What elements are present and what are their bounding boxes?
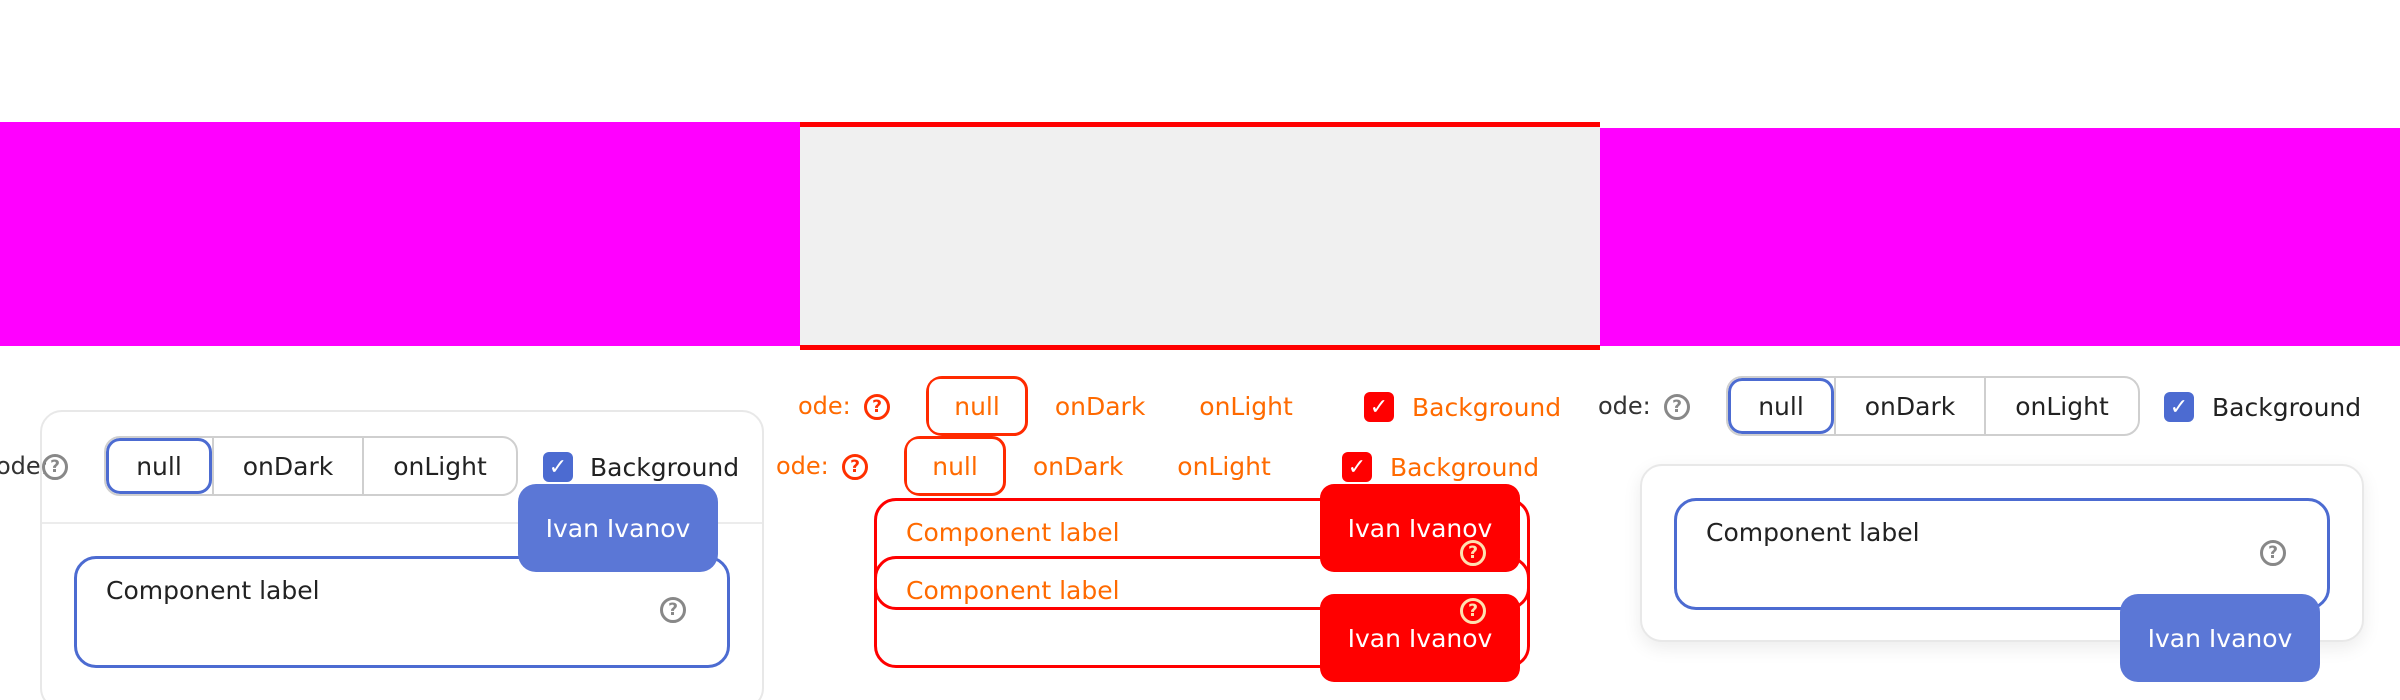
mode-option-onlight[interactable]: onLight (1150, 436, 1298, 496)
mode-option-onlight[interactable]: onLight (1172, 376, 1320, 436)
grey-band-middle (800, 122, 1600, 350)
help-icon[interactable]: ? (42, 454, 68, 480)
mode-option-null[interactable]: null (1728, 378, 1834, 434)
checkmark-icon: ✓ (548, 454, 568, 480)
tooltip-text: Ivan Ivanov (545, 513, 691, 543)
magenta-band-right (1600, 128, 2400, 346)
checkmark-icon: ✓ (2169, 394, 2189, 420)
mode-label: ode: (1598, 392, 1651, 420)
tooltip-text: Ivan Ivanov (1347, 623, 1493, 653)
magenta-band-left (0, 122, 800, 346)
mode-option-ondark[interactable]: onDark (1028, 376, 1172, 436)
mode-label: ode: (798, 392, 851, 420)
mode-label: ode: (776, 452, 829, 480)
component-label: Component label (906, 576, 1120, 605)
mode-option-onlight[interactable]: onLight (362, 438, 516, 494)
background-checkbox[interactable]: ✓ (1364, 392, 1394, 422)
help-icon[interactable]: ? (660, 597, 686, 623)
help-icon[interactable]: ? (2260, 540, 2286, 566)
background-checkbox-label: Background (1390, 453, 1540, 482)
tooltip: Ivan Ivanov (518, 484, 718, 572)
help-icon[interactable]: ? (864, 394, 890, 420)
tooltip: Ivan Ivanov (1320, 594, 1520, 682)
background-checkbox[interactable]: ✓ (543, 452, 573, 482)
help-icon[interactable]: ? (1460, 540, 1486, 566)
checkmark-icon: ✓ (1369, 394, 1389, 420)
mode-option-null[interactable]: null (926, 376, 1029, 436)
background-checkbox[interactable]: ✓ (2164, 392, 2194, 422)
page: ode: ? null onDark onLight ✓ Background … (0, 0, 2400, 700)
tooltip: Ivan Ivanov (1320, 484, 1520, 572)
help-icon[interactable]: ? (1460, 598, 1486, 624)
mode-option-onlight[interactable]: onLight (1984, 378, 2138, 434)
background-checkbox-label: Background (590, 453, 740, 482)
mode-segmented-control: null onDark onLight (1726, 376, 2140, 436)
mode-segmented-control: null onDark onLight (926, 376, 1320, 436)
mode-segmented-control: null onDark onLight (904, 436, 1298, 496)
mode-option-null[interactable]: null (106, 438, 212, 494)
help-icon[interactable]: ? (1664, 394, 1690, 420)
mode-option-ondark[interactable]: onDark (212, 438, 362, 494)
tooltip-text: Ivan Ivanov (2147, 623, 2293, 653)
component-field[interactable] (74, 556, 730, 668)
component-label: Component label (1706, 518, 1920, 547)
component-label: Component label (906, 518, 1120, 547)
background-checkbox-label: Background (2212, 393, 2362, 422)
background-checkbox[interactable]: ✓ (1342, 452, 1372, 482)
mode-option-ondark[interactable]: onDark (1006, 436, 1150, 496)
background-checkbox-label: Background (1412, 393, 1562, 422)
tooltip: Ivan Ivanov (2120, 594, 2320, 682)
checkmark-icon: ✓ (1347, 454, 1367, 480)
mode-option-ondark[interactable]: onDark (1834, 378, 1984, 434)
help-icon[interactable]: ? (842, 454, 868, 480)
component-label: Component label (106, 576, 320, 605)
mode-segmented-control: null onDark onLight (104, 436, 518, 496)
mode-option-null[interactable]: null (904, 436, 1007, 496)
tooltip-text: Ivan Ivanov (1347, 513, 1493, 543)
